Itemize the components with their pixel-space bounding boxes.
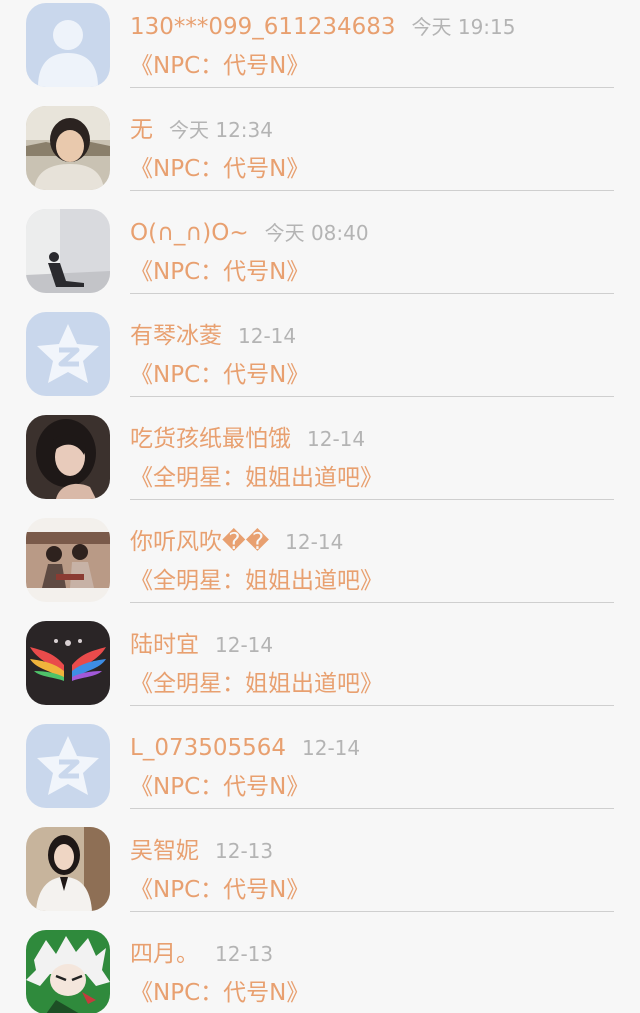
username[interactable]: 有琴冰菱 — [130, 323, 222, 349]
divider — [130, 499, 614, 500]
list-item[interactable]: O(∩_∩)O~ 今天 08:40 《NPC：代号N》 — [0, 206, 640, 309]
username[interactable]: 无 — [130, 117, 153, 143]
divider — [130, 808, 614, 809]
timestamp: 12-14 — [215, 633, 274, 657]
qzone-star-avatar-icon[interactable] — [26, 724, 110, 808]
message-header: 吃货孩纸最怕饿 12-14 — [130, 422, 365, 456]
username[interactable]: 四月。 — [130, 941, 199, 967]
list-item[interactable]: 130***099_611234683 今天 19:15 《NPC：代号N》 — [0, 0, 640, 103]
message-header: 130***099_611234683 今天 19:15 — [130, 10, 516, 44]
game-title[interactable]: 《NPC：代号N》 — [130, 255, 309, 289]
list-item[interactable]: L_073505564 12-14 《NPC：代号N》 — [0, 721, 640, 824]
timestamp: 12-13 — [215, 942, 274, 966]
message-header: 吴智妮 12-13 — [130, 834, 273, 868]
girl-photo-avatar-icon[interactable] — [26, 106, 110, 190]
divider — [130, 87, 614, 88]
game-title[interactable]: 《NPC：代号N》 — [130, 49, 309, 83]
game-title[interactable]: 《NPC：代号N》 — [130, 976, 309, 1010]
timestamp: 12-14 — [238, 324, 297, 348]
username[interactable]: 你听风吹�� — [130, 529, 269, 555]
username[interactable]: 吃货孩纸最怕饿 — [130, 426, 291, 452]
message-header: 你听风吹�� 12-14 — [130, 525, 343, 559]
game-title[interactable]: 《NPC：代号N》 — [130, 358, 309, 392]
game-title[interactable]: 《NPC：代号N》 — [130, 770, 309, 804]
divider — [130, 293, 614, 294]
game-title[interactable]: 《全明星：姐姐出道吧》 — [130, 461, 383, 495]
rainbow-wings-avatar-icon[interactable] — [26, 621, 110, 705]
message-header: 无今天 12:34 — [130, 113, 273, 147]
message-list: 130***099_611234683 今天 19:15 《NPC：代号N》 无今… — [0, 0, 640, 1013]
divider — [130, 602, 614, 603]
girl-white-jacket-photo-avatar-icon[interactable] — [26, 827, 110, 911]
timestamp: 今天 12:34 — [169, 118, 273, 142]
divider — [130, 396, 614, 397]
message-header: 四月。 12-13 — [130, 937, 273, 971]
message-header: L_073505564 12-14 — [130, 731, 360, 765]
timestamp: 12-14 — [307, 427, 366, 451]
game-title[interactable]: 《NPC：代号N》 — [130, 873, 309, 907]
list-item[interactable]: 陆时宜 12-14 《全明星：姐姐出道吧》 — [0, 618, 640, 721]
divider — [130, 190, 614, 191]
list-item[interactable]: 有琴冰菱 12-14 《NPC：代号N》 — [0, 309, 640, 412]
divider — [130, 911, 614, 912]
timestamp: 12-13 — [215, 839, 274, 863]
list-item[interactable]: 四月。 12-13 《NPC：代号N》 — [0, 927, 640, 1013]
list-item[interactable]: 吴智妮 12-13 《NPC：代号N》 — [0, 824, 640, 927]
timestamp: 今天 08:40 — [264, 221, 369, 245]
username[interactable]: 陆时宜 — [130, 632, 199, 658]
qzone-star-avatar-icon[interactable] — [26, 312, 110, 396]
list-item[interactable]: 吃货孩纸最怕饿 12-14 《全明星：姐姐出道吧》 — [0, 412, 640, 515]
username[interactable]: O(∩_∩)O~ — [130, 220, 249, 246]
username[interactable]: L_073505564 — [130, 735, 286, 761]
anime-character-avatar-icon[interactable] — [26, 930, 110, 1013]
game-title[interactable]: 《全明星：姐姐出道吧》 — [130, 564, 383, 598]
message-header: 陆时宜 12-14 — [130, 628, 273, 662]
username[interactable]: 130***099_611234683 — [130, 14, 396, 40]
timestamp: 今天 19:15 — [411, 15, 516, 39]
message-header: O(∩_∩)O~ 今天 08:40 — [130, 216, 369, 250]
default-person-avatar-icon[interactable] — [26, 3, 110, 87]
game-title[interactable]: 《全明星：姐姐出道吧》 — [130, 667, 383, 701]
divider — [130, 705, 614, 706]
dark-hair-girl-photo-avatar-icon[interactable] — [26, 415, 110, 499]
list-item[interactable]: 无今天 12:34 《NPC：代号N》 — [0, 103, 640, 206]
couple-photo-avatar-icon[interactable] — [26, 518, 110, 602]
game-title[interactable]: 《NPC：代号N》 — [130, 152, 309, 186]
username[interactable]: 吴智妮 — [130, 838, 199, 864]
list-item[interactable]: 你听风吹�� 12-14 《全明星：姐姐出道吧》 — [0, 515, 640, 618]
timestamp: 12-14 — [285, 530, 344, 554]
message-header: 有琴冰菱 12-14 — [130, 319, 296, 353]
sitting-person-photo-avatar-icon[interactable] — [26, 209, 110, 293]
timestamp: 12-14 — [302, 736, 361, 760]
